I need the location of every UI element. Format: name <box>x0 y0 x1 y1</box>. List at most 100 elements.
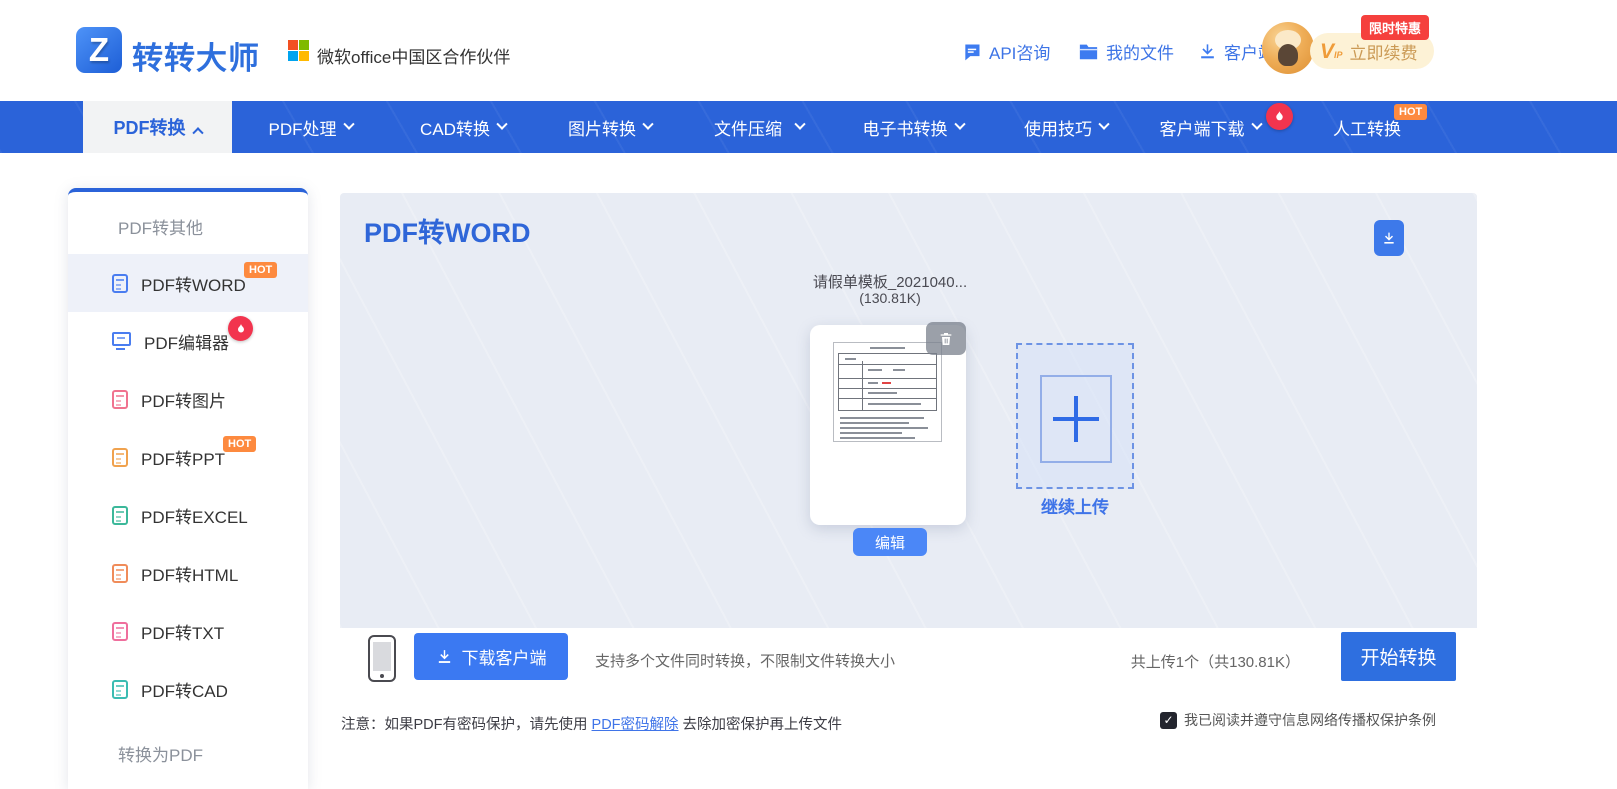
download-icon <box>1198 42 1217 61</box>
chevron-down-icon <box>794 119 805 130</box>
panel-footer: 下载客户端 支持多个文件同时转换，不限制文件转换大小 共上传1个（共130.81… <box>340 628 1477 690</box>
promo-badge: 限时特惠 <box>1361 15 1429 40</box>
nav-tab-label: 使用技巧 <box>1024 115 1092 140</box>
sidebar-item-pdf-to-txt[interactable]: PDF转TXT <box>68 602 308 660</box>
delete-file-button[interactable] <box>926 322 966 355</box>
panel-download-button[interactable] <box>1374 220 1404 256</box>
renew-label: 立即续费 <box>1350 39 1418 64</box>
nav-tab-label: 电子书转换 <box>863 115 948 140</box>
microsoft-logo-icon <box>288 40 309 61</box>
header-link-my-files[interactable]: 我的文件 <box>1078 39 1174 64</box>
sidebar-item-pdf-to-cad[interactable]: PDF转CAD <box>68 660 308 718</box>
sidebar-item-label: PDF编辑器 <box>144 329 229 354</box>
sidebar-section-convert-to-pdf: 转换为PDF <box>118 741 203 766</box>
pdf-password-remove-link[interactable]: PDF密码解除 <box>592 717 679 733</box>
chevron-down-icon <box>954 119 965 130</box>
sidebar-item-pdf-editor[interactable]: PDF编辑器 <box>68 312 308 370</box>
plus-icon <box>1053 396 1099 442</box>
nav-tab-client-download[interactable]: 客户端下载 <box>1146 101 1274 153</box>
agreement-label: 我已阅读并遵守信息网络传播权保护条例 <box>1184 710 1436 730</box>
uploaded-file-name: 请假单模板_2021040... <box>740 271 1040 292</box>
header-link-label: API咨询 <box>989 39 1050 64</box>
upload-inner-frame <box>1040 375 1112 463</box>
sidebar-item-label: PDF转CAD <box>141 677 228 702</box>
download-arrow-icon <box>1381 229 1397 247</box>
nav-tab-image-convert[interactable]: 图片转换 <box>554 101 666 153</box>
trash-icon <box>938 331 954 347</box>
chat-icon <box>962 42 982 62</box>
nav-tab-label: 客户端下载 <box>1160 115 1245 140</box>
chevron-down-icon <box>1098 119 1109 130</box>
main-panel: PDF转WORD 请假单模板_2021040... (130.81K) <box>340 193 1477 690</box>
sidebar-item-pdf-to-image[interactable]: PDF转图片 <box>68 370 308 428</box>
cad-doc-icon <box>112 680 128 699</box>
partner-text: 微软office中国区合作伙伴 <box>317 43 510 68</box>
user-avatar[interactable] <box>1262 22 1314 74</box>
sidebar-item-label: PDF转HTML <box>141 561 238 586</box>
nav-tab-file-compress[interactable]: 文件压缩 <box>698 101 820 153</box>
uploaded-file-card[interactable] <box>810 325 966 525</box>
excel-doc-icon <box>112 506 128 525</box>
uploaded-file-size: (130.81K) <box>740 290 1040 306</box>
password-note: 注意：如果PDF有密码保护，请先使用 PDF密码解除 去除加密保护再上传文件 <box>341 713 842 734</box>
header-link-api[interactable]: API咨询 <box>962 39 1050 64</box>
ppt-doc-icon <box>112 448 128 467</box>
sidebar-item-label: PDF转图片 <box>141 387 226 412</box>
nav-tab-cad-convert[interactable]: CAD转换 <box>408 101 518 153</box>
nav-tab-pdf-process[interactable]: PDF处理 <box>258 101 363 153</box>
page-title: PDF转WORD <box>364 211 530 250</box>
monitor-icon <box>112 332 131 346</box>
chevron-down-icon <box>496 119 507 130</box>
brand-logo-icon[interactable]: Z <box>76 27 122 73</box>
chevron-down-icon <box>642 119 653 130</box>
nav-tab-label: 文件压缩 <box>714 115 782 140</box>
hot-badge: HOT <box>1394 104 1427 120</box>
top-header: Z 转转大师 微软office中国区合作伙伴 API咨询 我的文件 <box>0 0 1617 101</box>
upload-more-dropzone[interactable] <box>1016 343 1134 489</box>
hot-badge: HOT <box>244 262 277 278</box>
agreement-checkbox[interactable] <box>1160 712 1177 729</box>
edit-file-button[interactable]: 编辑 <box>853 528 927 556</box>
nav-tab-label: 图片转换 <box>568 115 636 140</box>
sidebar: PDF转其他 PDF转WORD HOT PDF编辑器 PDF转图片 PDF转PP… <box>68 188 308 789</box>
sidebar-item-label: PDF转EXCEL <box>141 503 248 528</box>
nav-tab-label: 人工转换 <box>1333 115 1401 140</box>
sidebar-item-label: PDF转TXT <box>141 619 224 644</box>
agreement-row: 我已阅读并遵守信息网络传播权保护条例 <box>1160 710 1436 730</box>
html-doc-icon <box>112 564 128 583</box>
vip-icon: VVIPIP <box>1320 41 1343 62</box>
nav-tab-label: PDF转换 <box>114 114 186 140</box>
multi-file-hint: 支持多个文件同时转换，不限制文件转换大小 <box>595 650 895 671</box>
download-arrow-icon <box>436 648 453 665</box>
nav-tab-ebook-convert[interactable]: 电子书转换 <box>848 101 978 153</box>
fire-badge-icon <box>1266 103 1293 130</box>
sidebar-item-pdf-to-html[interactable]: PDF转HTML <box>68 544 308 602</box>
hot-badge: HOT <box>223 436 256 452</box>
download-client-label: 下载客户端 <box>462 644 547 669</box>
sidebar-item-pdf-to-word[interactable]: PDF转WORD HOT <box>68 254 308 312</box>
chevron-down-icon <box>343 119 354 130</box>
app-root: Z 转转大师 微软office中国区合作伙伴 API咨询 我的文件 <box>0 0 1617 789</box>
txt-doc-icon <box>112 622 128 641</box>
nav-tab-label: PDF处理 <box>269 115 337 140</box>
nav-tab-tips[interactable]: 使用技巧 <box>1010 101 1122 153</box>
nav-tab-pdf-convert[interactable]: PDF转换 <box>83 101 232 153</box>
brand-logo-text[interactable]: 转转大师 <box>132 33 260 78</box>
start-convert-button[interactable]: 开始转换 <box>1341 632 1456 681</box>
main-nav: PDF转换 PDF处理 CAD转换 图片转换 文件压缩 电子书转换 使用技巧 <box>0 101 1617 153</box>
sidebar-item-pdf-to-ppt[interactable]: PDF转PPT HOT <box>68 428 308 486</box>
chevron-up-icon <box>192 127 203 138</box>
chevron-down-icon <box>1251 119 1262 130</box>
fire-badge-icon <box>228 316 253 341</box>
sidebar-section-pdf-to-other: PDF转其他 <box>118 214 203 239</box>
upload-summary: 共上传1个（共130.81K） <box>1120 651 1300 672</box>
sidebar-item-label: PDF转PPT <box>141 445 225 470</box>
upload-more-label[interactable]: 继续上传 <box>1016 493 1134 518</box>
header-link-label: 我的文件 <box>1106 39 1174 64</box>
nav-tab-label: CAD转换 <box>420 115 490 140</box>
sidebar-item-pdf-to-excel[interactable]: PDF转EXCEL <box>68 486 308 544</box>
download-client-button[interactable]: 下载客户端 <box>414 633 568 680</box>
folder-icon <box>1078 42 1099 61</box>
image-doc-icon <box>112 390 128 409</box>
note-prefix: 注意：如果PDF有密码保护，请先使用 <box>341 717 592 733</box>
